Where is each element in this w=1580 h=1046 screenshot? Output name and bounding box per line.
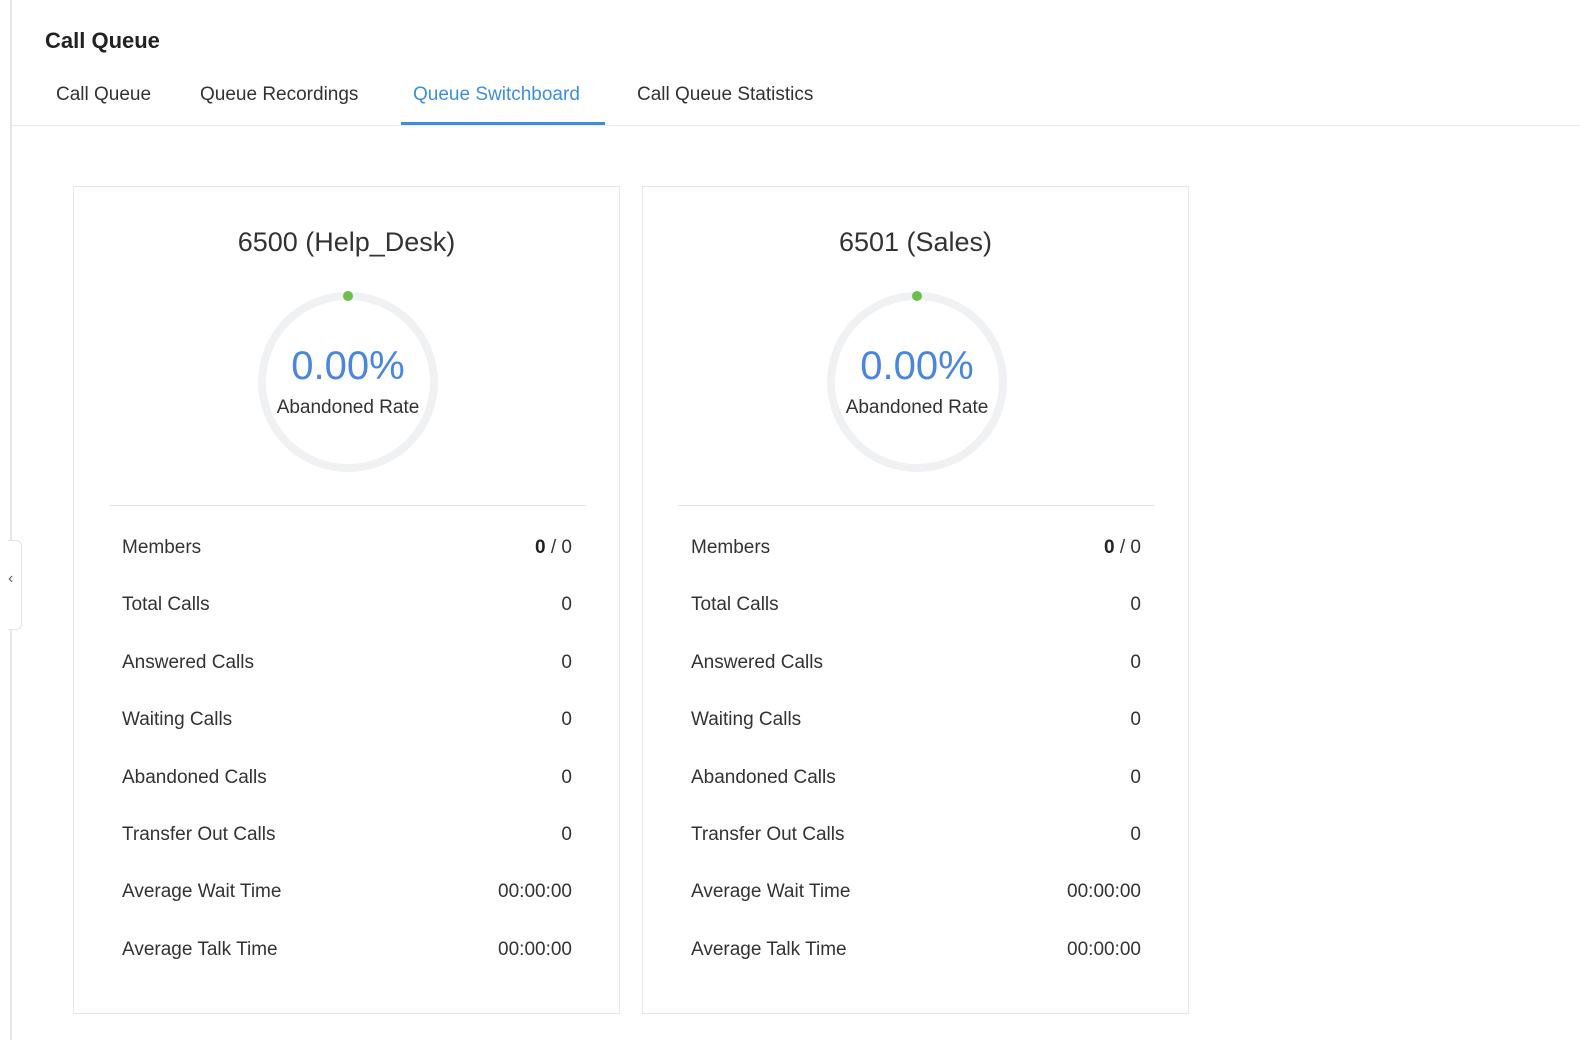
stat-value: 0 — [561, 766, 572, 788]
stat-label: Total Calls — [691, 594, 779, 616]
stat-row-average-talk-time: Average Talk Time 00:00:00 — [122, 923, 572, 980]
stat-row-waiting-calls: Waiting Calls 0 — [691, 693, 1141, 750]
abandoned-rate-value: 0.00% — [291, 344, 405, 388]
stat-label: Transfer Out Calls — [122, 823, 276, 845]
abandoned-rate-gauge: 0.00% Abandoned Rate — [256, 290, 440, 474]
queue-title: 6500 (Help_Desk) — [237, 227, 456, 257]
sidebar-edge — [10, 0, 12, 1040]
members-separator: / — [545, 537, 562, 558]
stat-value: 0 — [561, 651, 572, 673]
members-separator: / — [1114, 537, 1131, 558]
members-count: 0 / 0 — [535, 537, 572, 559]
active-tab-indicator — [401, 122, 605, 125]
stat-row-abandoned-calls: Abandoned Calls 0 — [691, 751, 1141, 808]
tab-call-queue[interactable]: Call Queue — [56, 84, 151, 119]
stat-row-answered-calls: Answered Calls 0 — [122, 636, 572, 693]
call-queue-page: ‹ Call Queue Call Queue Queue Recordings… — [0, 0, 1580, 1046]
stat-label: Transfer Out Calls — [691, 823, 845, 845]
stat-value: 0 — [1130, 651, 1141, 673]
stat-label: Waiting Calls — [691, 709, 802, 731]
stat-label: Average Wait Time — [691, 881, 851, 903]
stat-row-transfer-out-calls: Transfer Out Calls 0 — [691, 808, 1141, 865]
stat-label: Answered Calls — [122, 651, 254, 673]
stat-value: 0 — [561, 709, 572, 731]
stat-value: 0 — [1130, 594, 1141, 616]
queue-title: 6501 (Sales) — [838, 227, 993, 257]
members-online: 0 — [1104, 537, 1115, 558]
tab-bar: Call Queue Queue Recordings Queue Switch… — [12, 74, 1580, 126]
stat-value: 0 — [1130, 823, 1141, 845]
stat-label: Abandoned Calls — [691, 766, 836, 788]
queue-card: 6500 (Help_Desk) 0.00% Abandoned Rate Me… — [73, 186, 620, 1014]
stat-label: Abandoned Calls — [122, 766, 267, 788]
stat-label: Members — [691, 537, 771, 558]
tab-call-queue-statistics[interactable]: Call Queue Statistics — [637, 84, 813, 119]
stat-label: Answered Calls — [691, 651, 823, 673]
stat-label: Average Talk Time — [122, 938, 278, 960]
sidebar-collapse-button[interactable]: ‹ — [8, 540, 22, 630]
queue-stats-list: Members 0 / 0 Total Calls 0 Answered Cal… — [691, 521, 1141, 980]
stat-label: Total Calls — [122, 594, 210, 616]
stat-label: Members — [122, 537, 202, 558]
stat-label: Average Talk Time — [691, 938, 847, 960]
chevron-left-icon: ‹ — [8, 570, 14, 587]
stat-row-average-wait-time: Average Wait Time 00:00:00 — [691, 865, 1141, 922]
stat-row-members: Members 0 / 0 — [691, 521, 1141, 578]
card-divider — [678, 505, 1155, 506]
abandoned-rate-label: Abandoned Rate — [276, 397, 420, 418]
tab-queue-recordings[interactable]: Queue Recordings — [200, 84, 358, 119]
stat-row-answered-calls: Answered Calls 0 — [691, 636, 1141, 693]
stat-row-average-talk-time: Average Talk Time 00:00:00 — [691, 923, 1141, 980]
stat-value: 00:00:00 — [498, 881, 572, 903]
members-total: 0 — [1130, 537, 1141, 558]
abandoned-rate-gauge: 0.00% Abandoned Rate — [825, 290, 1009, 474]
stat-value: 0 — [1130, 709, 1141, 731]
stat-row-members: Members 0 / 0 — [122, 521, 572, 578]
gauge-indicator-dot — [912, 291, 922, 301]
gauge-indicator-dot — [343, 291, 353, 301]
card-divider — [109, 505, 586, 506]
queue-card: 6501 (Sales) 0.00% Abandoned Rate Member… — [642, 186, 1189, 1014]
tab-queue-switchboard[interactable]: Queue Switchboard — [413, 84, 580, 119]
stat-value: 0 — [561, 594, 572, 616]
stat-value: 00:00:00 — [498, 938, 572, 960]
stat-value: 0 — [1130, 766, 1141, 788]
members-count: 0 / 0 — [1104, 537, 1141, 559]
stat-value: 0 — [561, 823, 572, 845]
abandoned-rate-label: Abandoned Rate — [845, 397, 989, 418]
members-total: 0 — [561, 537, 572, 558]
stat-label: Waiting Calls — [122, 709, 233, 731]
stat-value: 00:00:00 — [1067, 938, 1141, 960]
stat-row-waiting-calls: Waiting Calls 0 — [122, 693, 572, 750]
stat-row-total-calls: Total Calls 0 — [691, 578, 1141, 635]
stat-label: Average Wait Time — [122, 881, 282, 903]
page-title: Call Queue — [45, 28, 160, 53]
stat-value: 00:00:00 — [1067, 881, 1141, 903]
abandoned-rate-value: 0.00% — [860, 344, 974, 388]
stat-row-transfer-out-calls: Transfer Out Calls 0 — [122, 808, 572, 865]
members-online: 0 — [535, 537, 546, 558]
stat-row-average-wait-time: Average Wait Time 00:00:00 — [122, 865, 572, 922]
stat-row-abandoned-calls: Abandoned Calls 0 — [122, 751, 572, 808]
stat-row-total-calls: Total Calls 0 — [122, 578, 572, 635]
queue-stats-list: Members 0 / 0 Total Calls 0 Answered Cal… — [122, 521, 572, 980]
